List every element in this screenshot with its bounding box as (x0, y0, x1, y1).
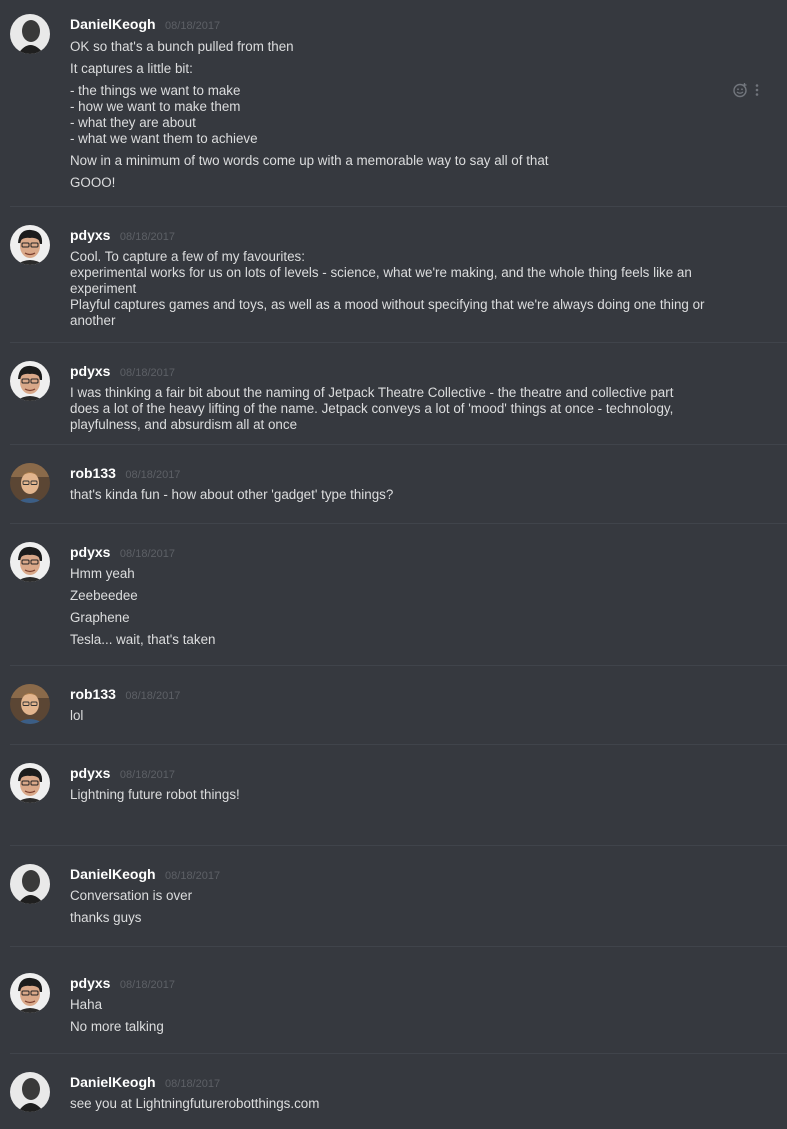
message-header: pdyxs 08/18/2017 (70, 544, 175, 564)
message-text: Now in a minimum of two words come up wi… (70, 153, 549, 168)
message-text: Lightning future robot things! (70, 787, 240, 802)
message-text: Playful captures games and toys, as well… (70, 297, 705, 312)
timestamp: 08/18/2017 (165, 1078, 221, 1090)
message-text: lol (70, 708, 84, 723)
message-header: pdyxs 08/18/2017 (70, 975, 175, 995)
message-header: DanielKeogh 08/18/2017 (70, 866, 220, 886)
message-divider (10, 665, 787, 666)
message-divider (10, 845, 787, 846)
username[interactable]: pdyxs (70, 765, 110, 781)
message-text: Hmm yeah (70, 566, 135, 581)
message-divider (10, 744, 787, 745)
message-header: pdyxs 08/18/2017 (70, 363, 175, 383)
add-reaction-icon[interactable] (732, 82, 748, 98)
message-text: - how we want to make them (70, 99, 241, 114)
message-text: OK so that's a bunch pulled from then (70, 39, 294, 54)
timestamp: 08/18/2017 (119, 769, 175, 781)
timestamp: 08/18/2017 (119, 231, 175, 243)
avatar-image (10, 361, 50, 401)
message-header: rob133 08/18/2017 (70, 465, 180, 485)
message-divider (10, 946, 787, 947)
message-text: does a lot of the heavy lifting of the n… (70, 401, 674, 416)
message-header: DanielKeogh 08/18/2017 (70, 1074, 220, 1094)
username[interactable]: rob133 (70, 465, 116, 481)
message-text: Conversation is over (70, 888, 193, 903)
message-text: experimental works for us on lots of lev… (70, 265, 692, 280)
avatar-image (10, 973, 50, 1013)
username[interactable]: DanielKeogh (70, 16, 156, 32)
avatar-image (10, 763, 50, 803)
timestamp: 08/18/2017 (125, 469, 181, 481)
avatar-rob133[interactable] (10, 684, 50, 724)
avatar-pdyxs[interactable] (10, 361, 50, 401)
message-text: Haha (70, 997, 103, 1012)
avatar-pdyxs[interactable] (10, 973, 50, 1013)
message-text: Tesla... wait, that's taken (70, 632, 216, 647)
avatar-image (10, 1072, 50, 1112)
message-divider (10, 1053, 787, 1054)
message-text: that's kinda fun - how about other 'gadg… (70, 487, 394, 502)
username[interactable]: pdyxs (70, 227, 110, 243)
avatar-pdyxs[interactable] (10, 763, 50, 803)
message-text: Zeebeedee (70, 588, 138, 603)
message-header: pdyxs 08/18/2017 (70, 227, 175, 247)
message-text: I was thinking a fair bit about the nami… (70, 385, 674, 400)
username[interactable]: pdyxs (70, 975, 110, 991)
message-text: - what we want them to achieve (70, 131, 258, 146)
message-divider (10, 444, 787, 445)
message-text: thanks guys (70, 910, 142, 925)
avatar-pdyxs[interactable] (10, 542, 50, 582)
message-divider (10, 342, 787, 343)
avatar-rob133[interactable] (10, 463, 50, 503)
username[interactable]: DanielKeogh (70, 1074, 156, 1090)
avatar-image (10, 225, 50, 265)
message-text: Cool. To capture a few of my favourites: (70, 249, 305, 264)
message-text: experiment (70, 281, 137, 296)
message-header: DanielKeogh 08/18/2017 (70, 16, 220, 36)
avatar-image (10, 463, 50, 503)
message-text: - what they are about (70, 115, 196, 130)
message-text: another (70, 313, 116, 328)
message-text: It captures a little bit: (70, 61, 193, 76)
message-text: No more talking (70, 1019, 164, 1034)
avatar-danielkeogh[interactable] (10, 864, 50, 904)
timestamp: 08/18/2017 (125, 690, 181, 702)
username[interactable]: DanielKeogh (70, 866, 156, 882)
avatar-pdyxs[interactable] (10, 225, 50, 265)
more-options-icon[interactable] (754, 83, 760, 97)
avatar-image (10, 14, 50, 54)
username[interactable]: pdyxs (70, 544, 110, 560)
timestamp: 08/18/2017 (119, 548, 175, 560)
message-text: playfulness, and absurdism all at once (70, 417, 298, 432)
message-header: rob133 08/18/2017 (70, 686, 180, 706)
timestamp: 08/18/2017 (165, 870, 221, 882)
message-text: GOOO! (70, 175, 116, 190)
message-text: see you at Lightningfuturerobotthings.co… (70, 1096, 320, 1111)
avatar-image (10, 542, 50, 582)
message-text: Graphene (70, 610, 130, 625)
message-divider (10, 206, 787, 207)
avatar-danielkeogh[interactable] (10, 14, 50, 54)
timestamp: 08/18/2017 (119, 979, 175, 991)
message-header: pdyxs 08/18/2017 (70, 765, 175, 785)
timestamp: 08/18/2017 (119, 367, 175, 379)
timestamp: 08/18/2017 (165, 20, 221, 32)
message-text: - the things we want to make (70, 83, 241, 98)
avatar-image (10, 684, 50, 724)
message-divider (10, 523, 787, 524)
username[interactable]: pdyxs (70, 363, 110, 379)
avatar-danielkeogh[interactable] (10, 1072, 50, 1112)
avatar-image (10, 864, 50, 904)
username[interactable]: rob133 (70, 686, 116, 702)
message-actions (732, 82, 760, 98)
